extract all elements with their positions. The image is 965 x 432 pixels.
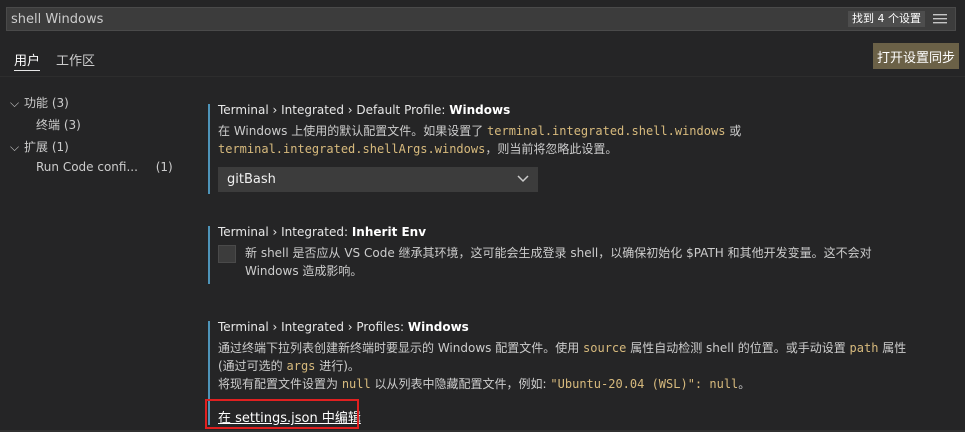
setting-default-profile-windows: Terminal › Integrated › Default Profile:…: [208, 100, 958, 196]
desc-text: 进行)。: [315, 359, 360, 373]
result-count-badge: 找到 4 个设置: [848, 11, 925, 27]
desc-text: 以从列表中隐藏配置文件，例如:: [370, 377, 551, 391]
tab-user-label: 用户: [14, 54, 41, 69]
toc-item-terminal[interactable]: 终端 (3): [36, 116, 81, 133]
select-value: gitBash: [227, 172, 276, 187]
toc-item-run-code-config[interactable]: Run Code confi... (1): [36, 160, 173, 174]
setting-focus-bar: [208, 226, 210, 284]
setting-name: Windows: [407, 320, 469, 334]
toc-item-extensions[interactable]: ⌵ 扩展 (1): [10, 138, 69, 155]
settings-search-bar[interactable]: 找到 4 个设置: [6, 7, 956, 31]
red-highlight-box: [205, 399, 359, 429]
header-divider: [0, 76, 965, 77]
code-args: args: [286, 359, 316, 373]
setting-name: Inherit Env: [351, 225, 427, 239]
desc-text: 将现有配置文件设置为: [218, 377, 342, 391]
tab-workspace[interactable]: 工作区: [56, 50, 95, 69]
tab-user[interactable]: 用户: [14, 50, 41, 71]
chevron-down-icon: ⌵: [10, 96, 20, 110]
desc-text: (通过可选的: [218, 359, 287, 373]
toc-count: (1): [51, 140, 69, 154]
setting-title: Terminal › Integrated: Inherit Env: [218, 225, 426, 239]
default-profile-select[interactable]: gitBash: [218, 167, 538, 192]
open-settings-sync-button[interactable]: 打开设置同步: [873, 43, 959, 69]
toc-label: 功能: [24, 96, 49, 110]
desc-text: 或: [725, 124, 742, 138]
code-path: path: [849, 341, 879, 355]
code-shellargs-windows: terminal.integrated.shellArgs.windows: [218, 142, 486, 156]
desc-text: 在 Windows 上使用的默认配置文件。如果设置了: [218, 124, 488, 138]
setting-inherit-env: Terminal › Integrated: Inherit Env 新 she…: [208, 222, 958, 286]
toc-label: Run Code confi...: [36, 160, 138, 174]
tab-workspace-label: 工作区: [56, 54, 96, 69]
setting-title: Terminal › Integrated › Profiles: Window…: [218, 320, 469, 334]
setting-category: Terminal › Integrated:: [218, 225, 352, 239]
code-null: null: [341, 377, 371, 391]
setting-focus-bar: [208, 104, 210, 194]
setting-title: Terminal › Integrated › Default Profile:…: [218, 103, 510, 117]
toc-label: 终端: [36, 118, 61, 132]
desc-text: 属性: [878, 341, 907, 355]
desc-text: 属性自动检测 shell 的位置。或手动设置: [626, 341, 850, 355]
desc-text: 。: [738, 377, 751, 391]
setting-category: Terminal › Integrated › Default Profile:: [218, 103, 450, 117]
search-input[interactable]: [11, 8, 831, 30]
code-source: source: [583, 341, 627, 355]
toc-label: 扩展: [24, 140, 49, 154]
desc-text: Windows 造成影响。: [245, 264, 363, 278]
active-tab-underline: [14, 70, 41, 71]
chevron-down-icon: [517, 175, 529, 183]
toc-count: (1): [155, 160, 173, 174]
setting-description: 在 Windows 上使用的默认配置文件。如果设置了 terminal.inte…: [218, 122, 741, 158]
desc-text: 新 shell 是否应从 VS Code 继承其环境，这可能会生成登录 shel…: [245, 246, 872, 260]
chevron-down-icon: ⌵: [10, 140, 20, 154]
code-shell-windows: terminal.integrated.shell.windows: [487, 124, 726, 138]
desc-text: ，则当前将忽略此设置。: [485, 142, 618, 156]
filter-icon[interactable]: [933, 13, 947, 25]
code-example: "Ubuntu-20.04 (WSL)": null: [550, 377, 739, 391]
inherit-env-checkbox[interactable]: [218, 245, 236, 263]
setting-name: Windows: [449, 103, 511, 117]
toc-count: (3): [51, 96, 69, 110]
desc-text: 通过终端下拉列表创建新终端时要显示的 Windows 配置文件。使用: [218, 341, 584, 355]
setting-description: 通过终端下拉列表创建新终端时要显示的 Windows 配置文件。使用 sourc…: [218, 339, 906, 393]
setting-category: Terminal › Integrated › Profiles:: [218, 320, 408, 334]
toc-item-features[interactable]: ⌵ 功能 (3): [10, 94, 69, 111]
toc-count: (3): [63, 118, 81, 132]
setting-description: 新 shell 是否应从 VS Code 继承其环境，这可能会生成登录 shel…: [245, 244, 872, 280]
